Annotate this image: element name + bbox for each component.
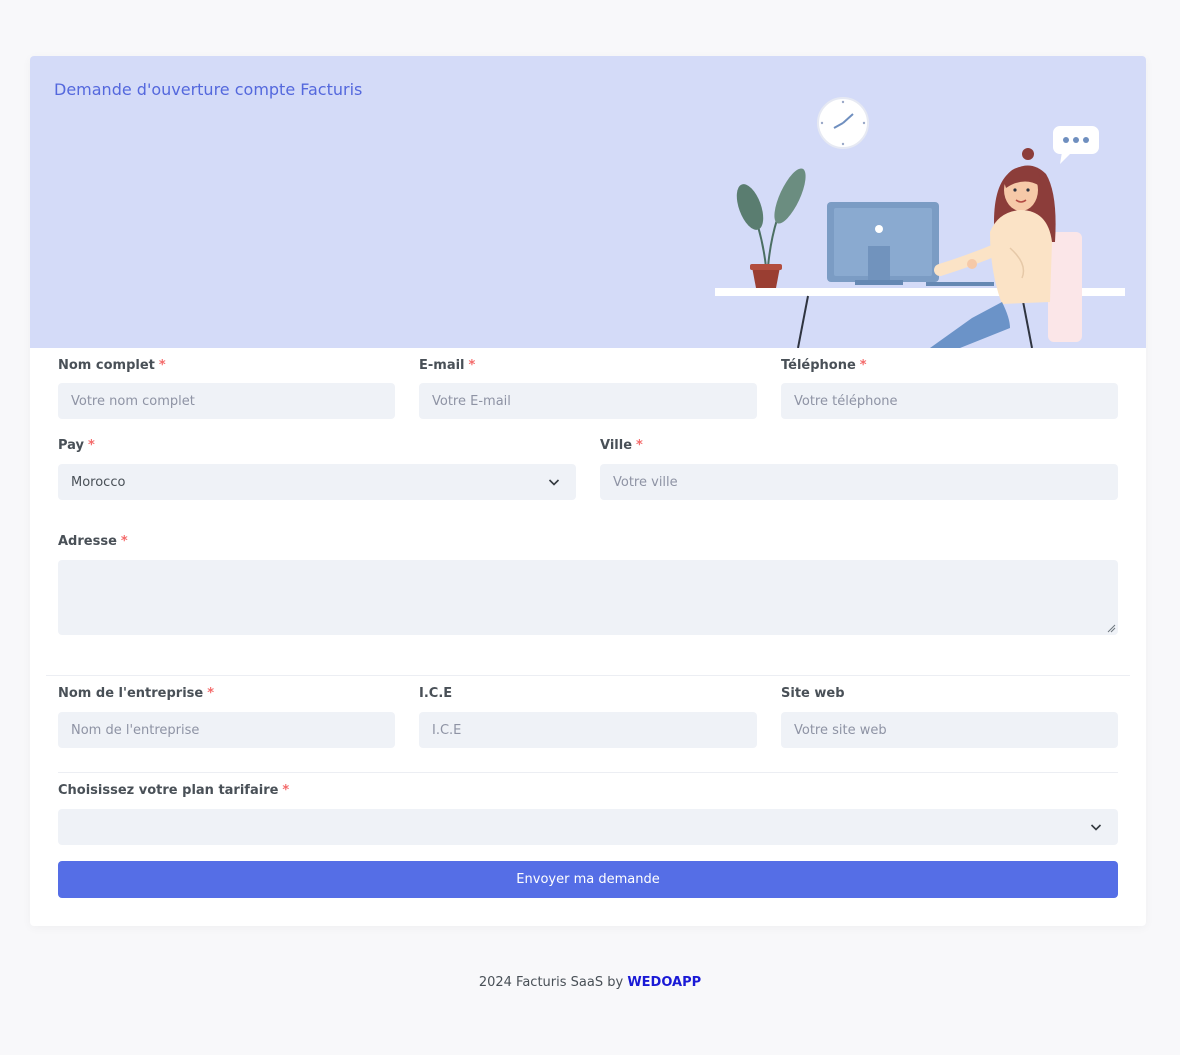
chevron-down-icon xyxy=(548,479,560,486)
page-title: Demande d'ouverture compte Facturis xyxy=(54,80,363,99)
full-name-label: Nom complet * xyxy=(58,358,166,373)
country-label: Pay * xyxy=(58,438,95,453)
phone-input[interactable] xyxy=(781,383,1118,419)
phone-label: Téléphone * xyxy=(781,358,867,373)
resize-handle-icon[interactable] xyxy=(1107,624,1116,633)
full-name-input[interactable] xyxy=(58,383,395,419)
website-input[interactable] xyxy=(781,712,1118,748)
plan-label: Choisissez votre plan tarifaire * xyxy=(58,783,290,798)
office-illustration xyxy=(715,97,1125,348)
ice-label: I.C.E xyxy=(419,686,453,701)
monitor-icon xyxy=(827,202,994,286)
email-label: E-mail * xyxy=(419,358,476,373)
website-label: Site web xyxy=(781,686,845,701)
section-divider xyxy=(58,772,1118,773)
ice-input[interactable] xyxy=(419,712,757,748)
address-label: Adresse * xyxy=(58,534,128,549)
plan-select[interactable] xyxy=(58,809,1118,845)
chevron-down-icon xyxy=(1090,824,1102,831)
header-banner: Demande d'ouverture compte Facturis xyxy=(30,56,1146,348)
email-input[interactable] xyxy=(419,383,757,419)
signup-card: Demande d'ouverture compte Facturis Nom … xyxy=(30,56,1146,926)
brand-link[interactable]: WEDOAPP xyxy=(627,975,701,990)
section-divider xyxy=(46,675,1130,676)
address-textarea[interactable] xyxy=(58,560,1118,635)
company-input[interactable] xyxy=(58,712,395,748)
plant-icon xyxy=(736,168,806,288)
woman-figure xyxy=(930,148,1056,348)
footer-text: 2024 Facturis SaaS by xyxy=(478,975,624,990)
city-input[interactable] xyxy=(600,464,1118,500)
chat-bubble-icon xyxy=(1053,126,1099,164)
company-label: Nom de l'entreprise * xyxy=(58,686,215,701)
footer: 2024 Facturis SaaS by WEDOAPP xyxy=(0,975,1180,990)
submit-button[interactable]: Envoyer ma demande xyxy=(58,861,1118,898)
clock-icon xyxy=(817,97,869,149)
country-select[interactable]: Morocco xyxy=(58,464,576,500)
country-select-value: Morocco xyxy=(71,474,126,490)
city-label: Ville * xyxy=(600,438,643,453)
